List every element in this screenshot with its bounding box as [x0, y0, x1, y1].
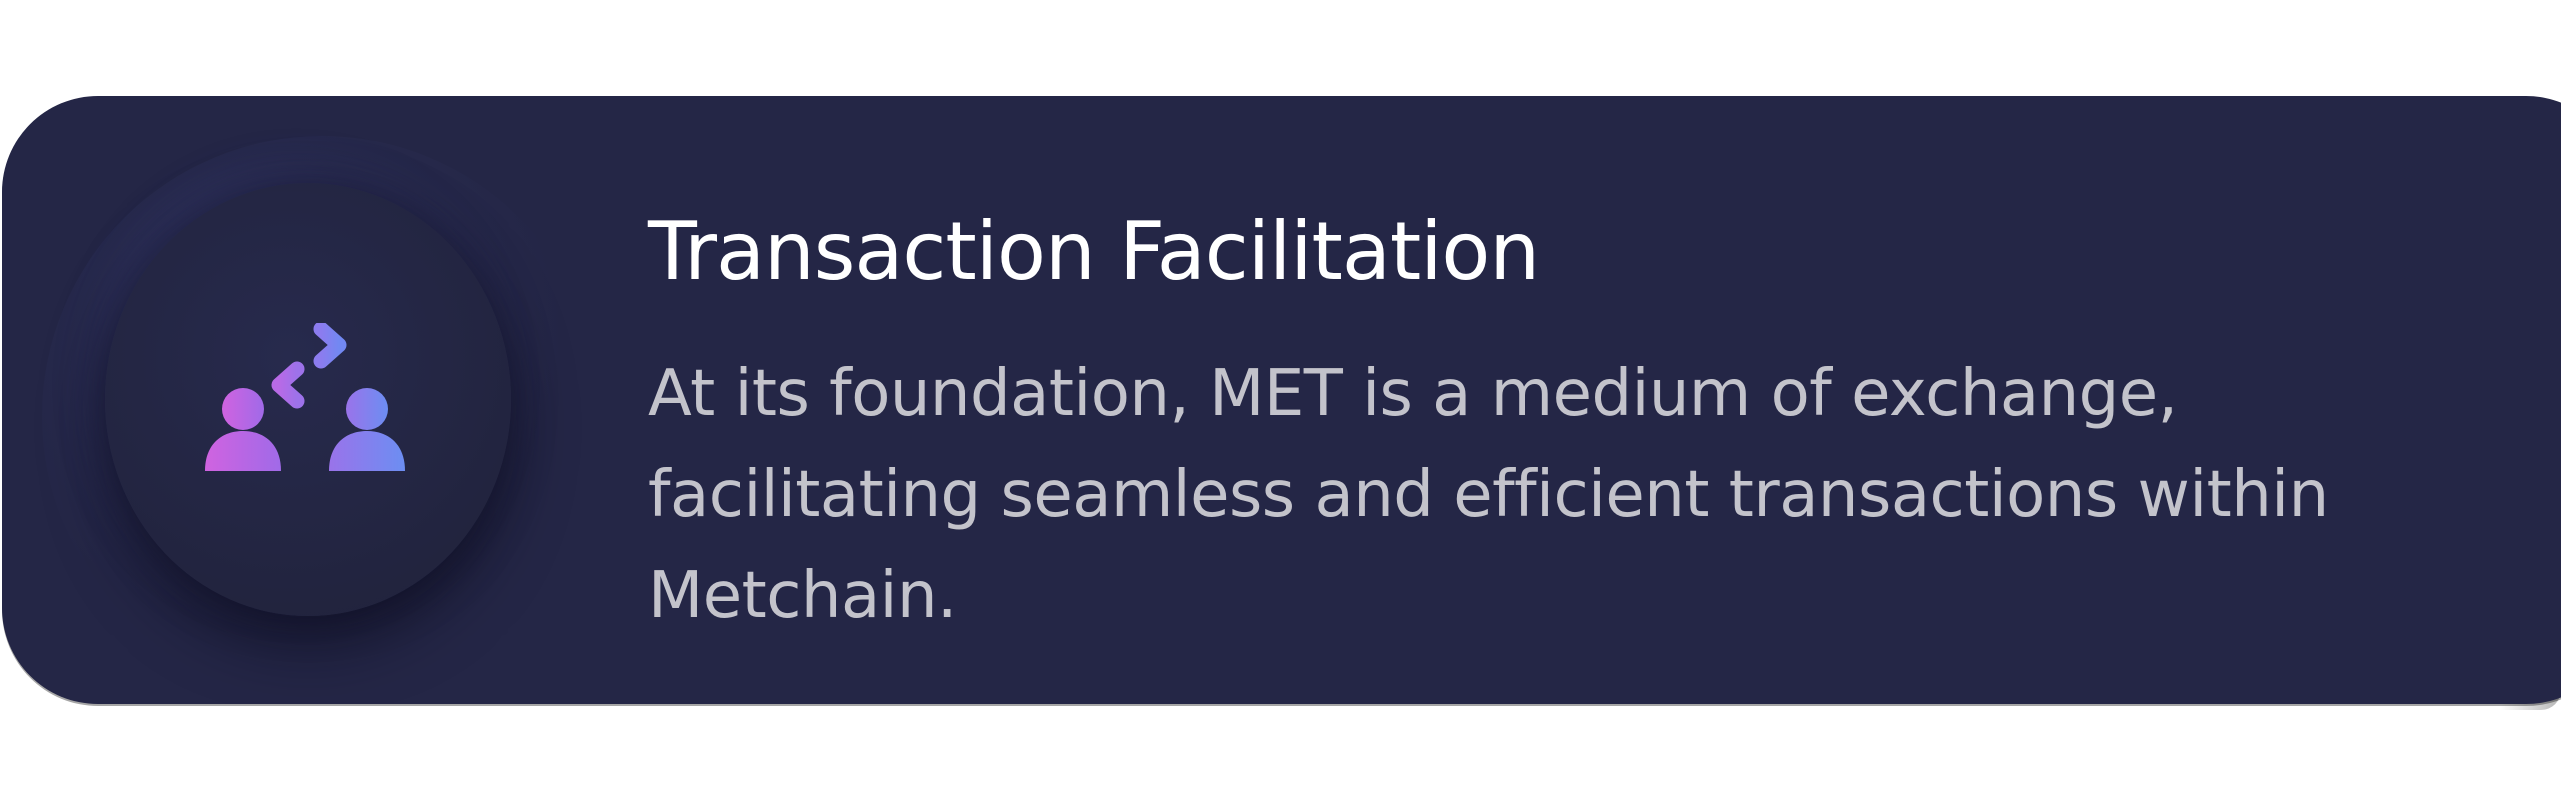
icon-badge — [105, 183, 511, 616]
stage: Transaction Facilitation At its foundati… — [0, 0, 2561, 805]
card-title: Transaction Facilitation — [648, 205, 1540, 298]
user-exchange-icon — [205, 323, 405, 471]
card-description: At its foundation, MET is a medium of ex… — [648, 357, 2329, 633]
feature-card: Transaction Facilitation At its foundati… — [2, 96, 2561, 704]
